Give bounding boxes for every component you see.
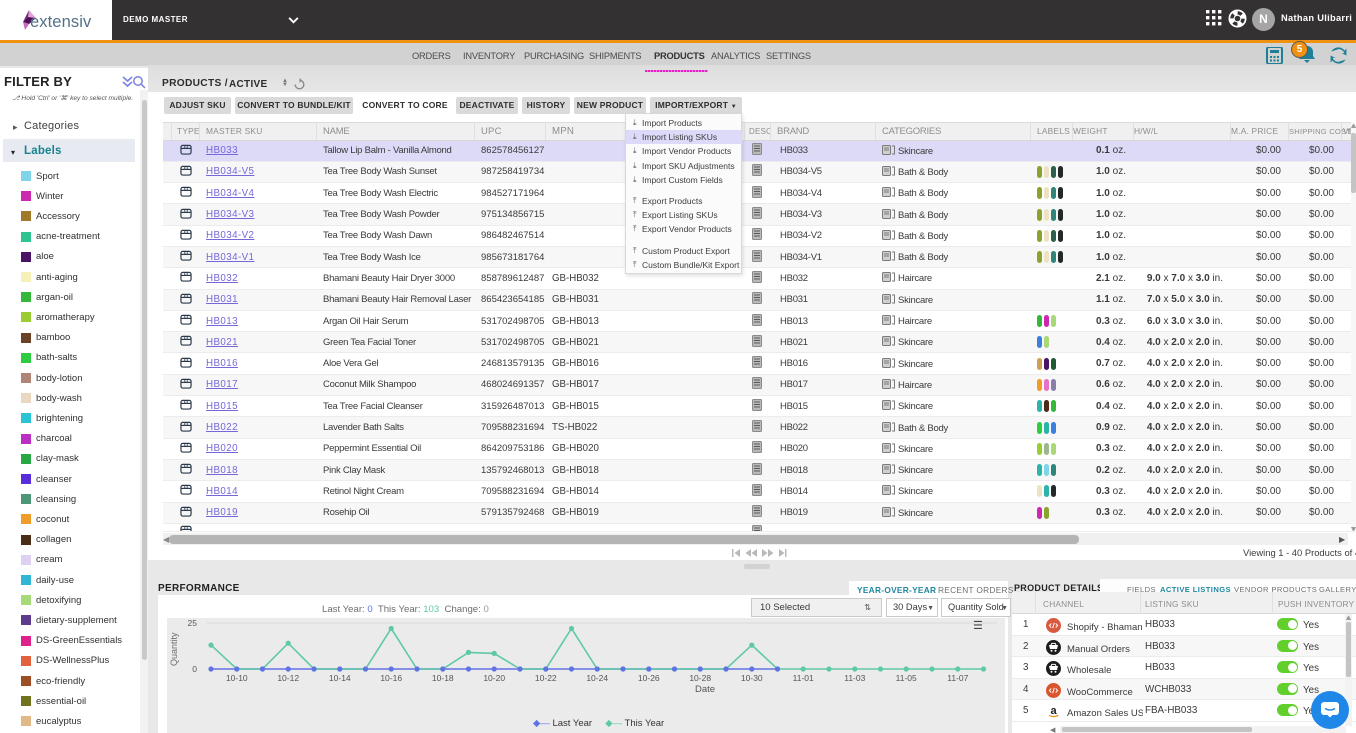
svg-text:11-03: 11-03 — [844, 673, 865, 683]
svg-text:10-10: 10-10 — [226, 673, 248, 683]
svg-text:10-28: 10-28 — [689, 673, 711, 683]
svg-text:extensiv: extensiv — [30, 13, 92, 31]
svg-text:11-05: 11-05 — [896, 673, 917, 683]
svg-text:10-20: 10-20 — [483, 673, 505, 683]
svg-text:10-14: 10-14 — [329, 673, 351, 683]
svg-text:10-18: 10-18 — [432, 673, 454, 683]
svg-text:a: a — [1050, 705, 1057, 717]
svg-text:10-24: 10-24 — [586, 673, 608, 683]
svg-text:10-30: 10-30 — [741, 673, 763, 683]
svg-text:10-22: 10-22 — [535, 673, 557, 683]
svg-text:0: 0 — [192, 664, 197, 674]
svg-text:11-01: 11-01 — [793, 673, 814, 683]
svg-text:10-16: 10-16 — [380, 673, 402, 683]
svg-text:11-07: 11-07 — [947, 673, 968, 683]
svg-text:25: 25 — [188, 618, 198, 628]
svg-text:10-26: 10-26 — [638, 673, 660, 683]
svg-text:10-12: 10-12 — [277, 673, 299, 683]
